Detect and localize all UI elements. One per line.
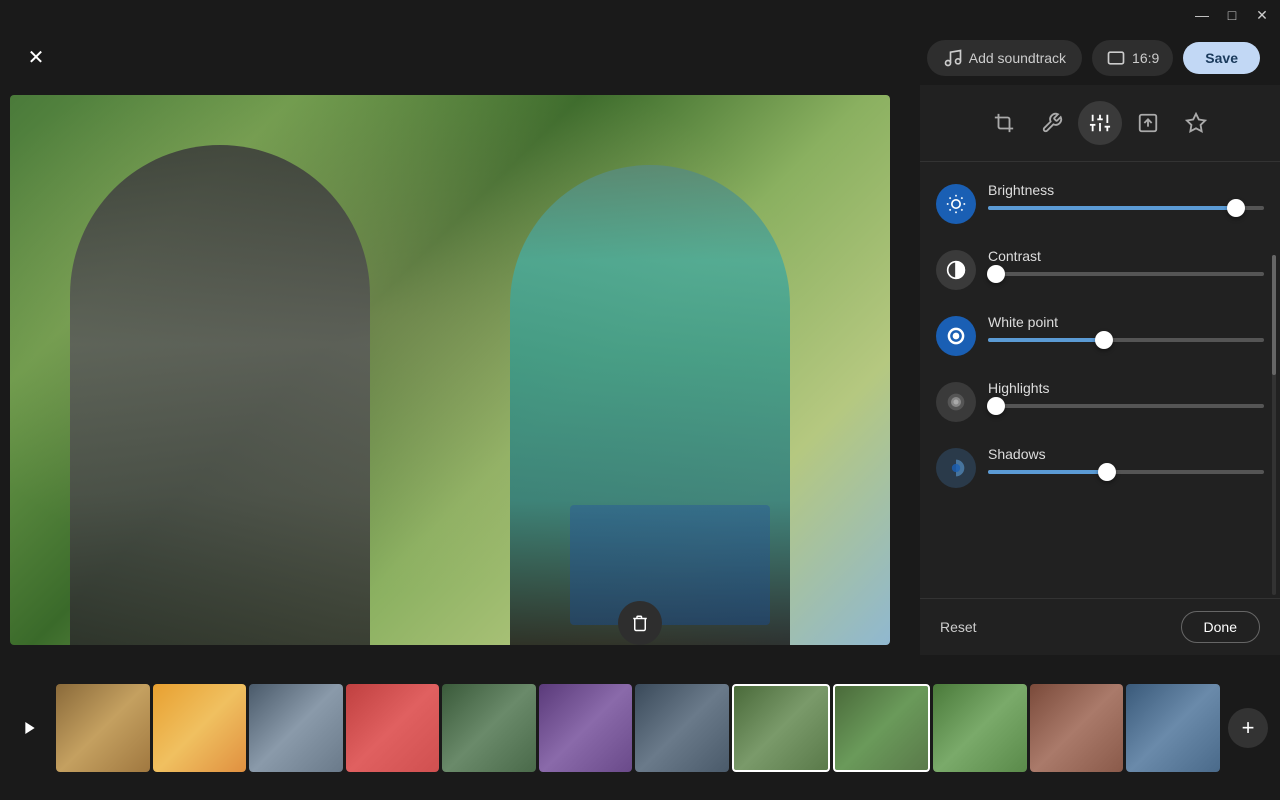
film-thumbnail-2[interactable] bbox=[153, 684, 247, 772]
highlights-icon-circle[interactable] bbox=[936, 382, 976, 422]
highlights-label: Highlights bbox=[988, 380, 1264, 396]
highlights-adjustment: Highlights bbox=[936, 368, 1264, 434]
trash-icon bbox=[631, 614, 649, 632]
reset-button[interactable]: Reset bbox=[940, 613, 977, 641]
highlights-icon bbox=[946, 392, 966, 412]
film-thumbnail-7[interactable] bbox=[635, 684, 729, 772]
whitepoint-label: White point bbox=[988, 314, 1264, 330]
brightness-slider[interactable] bbox=[988, 206, 1264, 210]
timeline: + bbox=[0, 655, 1280, 800]
film-thumbnail-10[interactable] bbox=[1126, 684, 1220, 772]
add-clip-button[interactable]: + bbox=[1228, 708, 1268, 748]
sliders-icon bbox=[1089, 112, 1111, 134]
contrast-thumb bbox=[987, 265, 1005, 283]
film-thumbnail-1[interactable] bbox=[56, 684, 150, 772]
contrast-slider[interactable] bbox=[988, 272, 1264, 276]
export-icon bbox=[1137, 112, 1159, 134]
minimize-button[interactable]: — bbox=[1188, 1, 1216, 29]
delete-container bbox=[618, 601, 662, 645]
brightness-fill bbox=[988, 206, 1236, 210]
whitepoint-thumb bbox=[1095, 331, 1113, 349]
brightness-adjustment: Brightness bbox=[936, 170, 1264, 236]
film-thumbnail-5[interactable] bbox=[442, 684, 536, 772]
soundtrack-label: Add soundtrack bbox=[969, 50, 1066, 66]
scroll-thumb[interactable] bbox=[1272, 255, 1276, 375]
delete-clip-button[interactable] bbox=[618, 601, 662, 645]
brightness-content: Brightness bbox=[988, 182, 1264, 210]
window-close-button[interactable]: ✕ bbox=[1248, 1, 1276, 29]
highlights-slider[interactable] bbox=[988, 404, 1264, 408]
tab-crop[interactable] bbox=[982, 101, 1026, 145]
film-thumbnail-3[interactable] bbox=[249, 684, 343, 772]
film-thumbnail-6[interactable] bbox=[539, 684, 633, 772]
tab-wrench[interactable] bbox=[1030, 101, 1074, 145]
top-right-controls: Add soundtrack 16:9 Save bbox=[927, 40, 1260, 76]
highlights-content: Highlights bbox=[988, 380, 1264, 408]
film-thumbnail-selected-2[interactable] bbox=[833, 684, 931, 772]
contrast-adjustment: Contrast bbox=[936, 236, 1264, 302]
whitepoint-slider[interactable] bbox=[988, 338, 1264, 342]
shadows-label: Shadows bbox=[988, 446, 1264, 462]
brightness-thumb bbox=[1227, 199, 1245, 217]
person-left-silhouette bbox=[70, 145, 370, 645]
film-thumbnail-selected-1[interactable] bbox=[732, 684, 830, 772]
main-preview-area bbox=[0, 85, 900, 655]
shadows-fill bbox=[988, 470, 1107, 474]
shadows-icon bbox=[946, 458, 966, 478]
done-button[interactable]: Done bbox=[1181, 611, 1260, 643]
brightness-label: Brightness bbox=[988, 182, 1264, 198]
filmstrip bbox=[56, 678, 1220, 778]
tab-adjustments[interactable] bbox=[1078, 101, 1122, 145]
whitepoint-icon bbox=[946, 326, 966, 346]
contrast-label: Contrast bbox=[988, 248, 1264, 264]
bike-silhouette bbox=[570, 505, 770, 625]
scroll-indicator bbox=[1272, 255, 1276, 595]
tool-tabs bbox=[920, 85, 1280, 162]
top-bar: ✕ Add soundtrack 16:9 Save bbox=[0, 30, 1280, 85]
crop-icon bbox=[993, 112, 1015, 134]
shadows-thumb bbox=[1098, 463, 1116, 481]
brightness-icon bbox=[946, 194, 966, 214]
ratio-label: 16:9 bbox=[1132, 50, 1159, 66]
highlights-thumb bbox=[987, 397, 1005, 415]
tab-magic[interactable] bbox=[1174, 101, 1218, 145]
contrast-icon bbox=[946, 260, 966, 280]
whitepoint-content: White point bbox=[988, 314, 1264, 342]
film-thumbnail-9[interactable] bbox=[1030, 684, 1124, 772]
title-bar: — □ ✕ bbox=[1180, 0, 1280, 30]
shadows-adjustment: Shadows bbox=[936, 434, 1264, 500]
magic-icon bbox=[1185, 112, 1207, 134]
music-icon bbox=[943, 48, 963, 68]
wrench-icon bbox=[1041, 112, 1063, 134]
play-button[interactable] bbox=[12, 710, 48, 746]
tab-export[interactable] bbox=[1126, 101, 1170, 145]
contrast-icon-circle[interactable] bbox=[936, 250, 976, 290]
editor-close-button[interactable]: ✕ bbox=[20, 42, 52, 74]
film-thumbnail-4[interactable] bbox=[346, 684, 440, 772]
whitepoint-adjustment: White point bbox=[936, 302, 1264, 368]
whitepoint-icon-circle[interactable] bbox=[936, 316, 976, 356]
play-icon bbox=[22, 720, 38, 736]
whitepoint-fill bbox=[988, 338, 1104, 342]
contrast-content: Contrast bbox=[988, 248, 1264, 276]
aspect-ratio-button[interactable]: 16:9 bbox=[1092, 40, 1173, 76]
maximize-button[interactable]: □ bbox=[1218, 1, 1246, 29]
right-panel: Brightness Contrast bbox=[920, 85, 1280, 655]
panel-footer: Reset Done bbox=[920, 598, 1280, 655]
brightness-icon-circle[interactable] bbox=[936, 184, 976, 224]
add-soundtrack-button[interactable]: Add soundtrack bbox=[927, 40, 1082, 76]
shadows-icon-circle[interactable] bbox=[936, 448, 976, 488]
shadows-content: Shadows bbox=[988, 446, 1264, 474]
save-button[interactable]: Save bbox=[1183, 42, 1260, 74]
shadows-slider[interactable] bbox=[988, 470, 1264, 474]
ratio-icon bbox=[1106, 48, 1126, 68]
photo-preview bbox=[10, 95, 890, 645]
adjustments-panel: Brightness Contrast bbox=[920, 162, 1280, 598]
film-thumbnail-8[interactable] bbox=[933, 684, 1027, 772]
